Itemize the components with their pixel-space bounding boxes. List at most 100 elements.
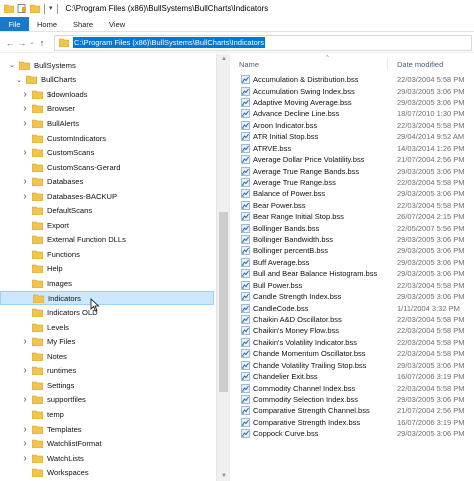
tree-item[interactable]: External Function DLLs xyxy=(0,233,214,248)
tree-item[interactable]: › Templates xyxy=(0,422,214,437)
tree-item[interactable]: Notes xyxy=(0,349,214,364)
tree-item[interactable]: › WatchlistFormat xyxy=(0,436,214,451)
recent-locations-icon[interactable]: ⌄ xyxy=(28,39,36,46)
file-row[interactable]: Chandelier Exit.bss 16/07/2006 3:19 PM xyxy=(231,371,474,382)
tree-item[interactable]: Levels xyxy=(0,320,214,335)
file-row[interactable]: Accumulation & Distribution.bss 22/03/200… xyxy=(231,74,474,85)
chevron-right-icon[interactable]: › xyxy=(21,424,29,435)
back-arrow-icon[interactable]: ← xyxy=(4,38,16,48)
tree-item[interactable]: ⌄ BullCharts xyxy=(0,73,214,88)
file-row[interactable]: Average True Range.bss 22/03/2004 5:58 PM xyxy=(231,177,474,188)
tree-item[interactable]: Settings xyxy=(0,378,214,393)
file-row[interactable]: Chaikin's Money Flow.bss 22/03/2004 5:58 … xyxy=(231,325,474,336)
file-row[interactable]: Bollinger Bandwidth.bss 29/03/2005 3:06 P… xyxy=(231,234,474,245)
file-row[interactable]: Accumulation Swing Index.bss 29/03/2005 3… xyxy=(231,85,474,96)
navigation-scrollbar[interactable]: ▲ ▼ xyxy=(216,54,230,481)
file-row[interactable]: Adaptive Moving Average.bss 29/03/2005 3:… xyxy=(231,97,474,108)
file-row[interactable]: Average Dollar Price Volatility.bss 21/07… xyxy=(231,154,474,165)
tree-item[interactable]: › Browser xyxy=(0,102,214,117)
scroll-up-icon[interactable]: ▲ xyxy=(217,56,231,62)
file-row[interactable]: Advance Decline Line.bss 18/07/2010 1:30 … xyxy=(231,108,474,119)
address-path[interactable]: C:\Program Files (x86)\BullSystems\BullC… xyxy=(73,37,266,48)
chevron-right-icon[interactable]: › xyxy=(21,438,29,449)
file-name: Bear Power.bss xyxy=(253,200,306,210)
tree-item[interactable]: › Databases-BACKUP xyxy=(0,189,214,204)
folder-icon xyxy=(32,366,43,376)
file-row[interactable]: Chaikin A&D Oscillator.bss 22/03/2004 5:5… xyxy=(231,314,474,325)
tree-item[interactable]: › $downloads xyxy=(0,87,214,102)
tab-file[interactable]: File xyxy=(0,17,29,31)
chevron-right-icon[interactable]: › xyxy=(21,176,29,187)
file-row[interactable]: Coppock Curve.bss 29/03/2005 3:06 PM xyxy=(231,428,474,439)
file-row[interactable]: Average True Range Bands.bss 29/03/2005 3… xyxy=(231,165,474,176)
chevron-right-icon[interactable]: › xyxy=(21,394,29,405)
chevron-down-icon[interactable]: ⌄ xyxy=(8,61,16,69)
tab-home[interactable]: Home xyxy=(29,17,65,31)
tree-item[interactable]: Workspaces xyxy=(0,465,214,480)
file-row[interactable]: ATR Initial Stop.bss 29/04/2014 9:52 AM xyxy=(231,131,474,142)
properties-icon[interactable] xyxy=(17,4,27,13)
tree-item[interactable]: temp xyxy=(0,407,214,422)
tree-item[interactable]: CustomScans-Gerard xyxy=(0,160,214,175)
file-row[interactable]: ATRVE.bss 14/03/2014 1:26 PM xyxy=(231,143,474,154)
tree-item[interactable]: › BullAlerts xyxy=(0,116,214,131)
file-row[interactable]: Comparative Strength Index.bss 16/07/2006… xyxy=(231,417,474,428)
column-header-date-modified[interactable]: Date modified xyxy=(397,60,443,69)
file-row[interactable]: Aroon Indicator.bss 22/03/2004 5:58 PM xyxy=(231,120,474,131)
new-folder-icon[interactable] xyxy=(30,4,40,13)
file-date-modified: 22/03/2004 5:58 PM xyxy=(397,75,465,85)
chevron-right-icon[interactable]: › xyxy=(21,453,29,464)
tab-view[interactable]: View xyxy=(101,17,133,31)
file-row[interactable]: Candle Strength Index.bss 29/03/2005 3:06… xyxy=(231,291,474,302)
tree-item[interactable]: › CustomScans xyxy=(0,145,214,160)
chevron-right-icon[interactable]: › xyxy=(21,336,29,347)
column-divider[interactable] xyxy=(387,58,388,70)
file-row[interactable]: Commodity Channel Index.bss 22/03/2004 5:… xyxy=(231,382,474,393)
file-row[interactable]: Chande Volatility Trailing Stop.bss 29/03… xyxy=(231,360,474,371)
forward-arrow-icon[interactable]: → xyxy=(16,38,28,48)
chevron-right-icon[interactable]: › xyxy=(21,103,29,114)
file-row[interactable]: Balance of Power.bss 29/03/2005 3:06 PM xyxy=(231,188,474,199)
file-row[interactable]: Bull and Bear Balance Histogram.bss 29/03… xyxy=(231,268,474,279)
file-row[interactable]: Bear Power.bss 22/03/2004 5:58 PM xyxy=(231,200,474,211)
chevron-right-icon[interactable]: › xyxy=(21,191,29,202)
tree-item[interactable]: Help xyxy=(0,262,214,277)
customize-toolbar-icon[interactable]: ▾ xyxy=(49,4,53,13)
file-row[interactable]: Bull Power.bss 22/03/2004 5:58 PM xyxy=(231,280,474,291)
chevron-right-icon[interactable]: › xyxy=(21,89,29,100)
file-row[interactable]: Bollinger Bands.bss 22/05/2007 5:56 PM xyxy=(231,222,474,233)
scrollbar-thumb[interactable] xyxy=(219,212,228,392)
file-row[interactable]: Chande Momentum Oscillator.bss 22/03/2004… xyxy=(231,348,474,359)
tree-item[interactable]: DefaultScans xyxy=(0,204,214,219)
tree-item[interactable]: ⌄ BullSystems xyxy=(0,58,214,73)
file-row[interactable]: Chaikin's Volatility Indicator.bss 22/03/… xyxy=(231,337,474,348)
tree-item[interactable]: › Databases xyxy=(0,174,214,189)
file-row[interactable]: Comparative Strength Channel.bss 21/07/20… xyxy=(231,405,474,416)
file-row[interactable]: Commodity Selection Index.bss 29/03/2005 … xyxy=(231,394,474,405)
up-arrow-icon[interactable]: ↑ xyxy=(36,38,48,48)
file-row[interactable]: Buff Average.bss 29/03/2005 3:06 PM xyxy=(231,257,474,268)
chevron-right-icon[interactable]: › xyxy=(21,365,29,376)
address-input[interactable]: C:\Program Files (x86)\BullSystems\BullC… xyxy=(54,34,472,51)
tree-item[interactable]: › WatchLists xyxy=(0,451,214,466)
tree-item[interactable]: › supportfiles xyxy=(0,393,214,408)
tab-share[interactable]: Share xyxy=(65,17,101,31)
column-header-name[interactable]: Name xyxy=(239,60,259,69)
chevron-right-icon[interactable]: › xyxy=(21,147,29,158)
tree-item[interactable]: Export xyxy=(0,218,214,233)
tree-item[interactable]: Indicators xyxy=(0,290,214,306)
scroll-down-icon[interactable]: ▼ xyxy=(217,473,231,479)
tree-item[interactable]: › My Files xyxy=(0,334,214,349)
file-date-modified: 29/03/2005 3:06 PM xyxy=(397,257,465,267)
file-row[interactable]: Bear Range Initial Stop.bss 26/07/2004 2:… xyxy=(231,211,474,222)
tree-item[interactable]: Images xyxy=(0,276,214,291)
tree-item[interactable]: › runtimes xyxy=(0,364,214,379)
tree-item[interactable]: CustomIndicators xyxy=(0,131,214,146)
chevron-right-icon[interactable]: › xyxy=(21,118,29,129)
tree-item[interactable]: Indicators OLD xyxy=(0,305,214,320)
chevron-down-icon[interactable]: ⌄ xyxy=(15,76,23,84)
file-row[interactable]: CandleCode.bss 1/11/2004 3:32 PM xyxy=(231,302,474,313)
file-row[interactable]: Bollinger percentB.bss 29/03/2005 3:06 PM xyxy=(231,245,474,256)
tree-item[interactable]: Functions xyxy=(0,247,214,262)
file-name: Chaikin's Volatility Indicator.bss xyxy=(253,337,357,347)
